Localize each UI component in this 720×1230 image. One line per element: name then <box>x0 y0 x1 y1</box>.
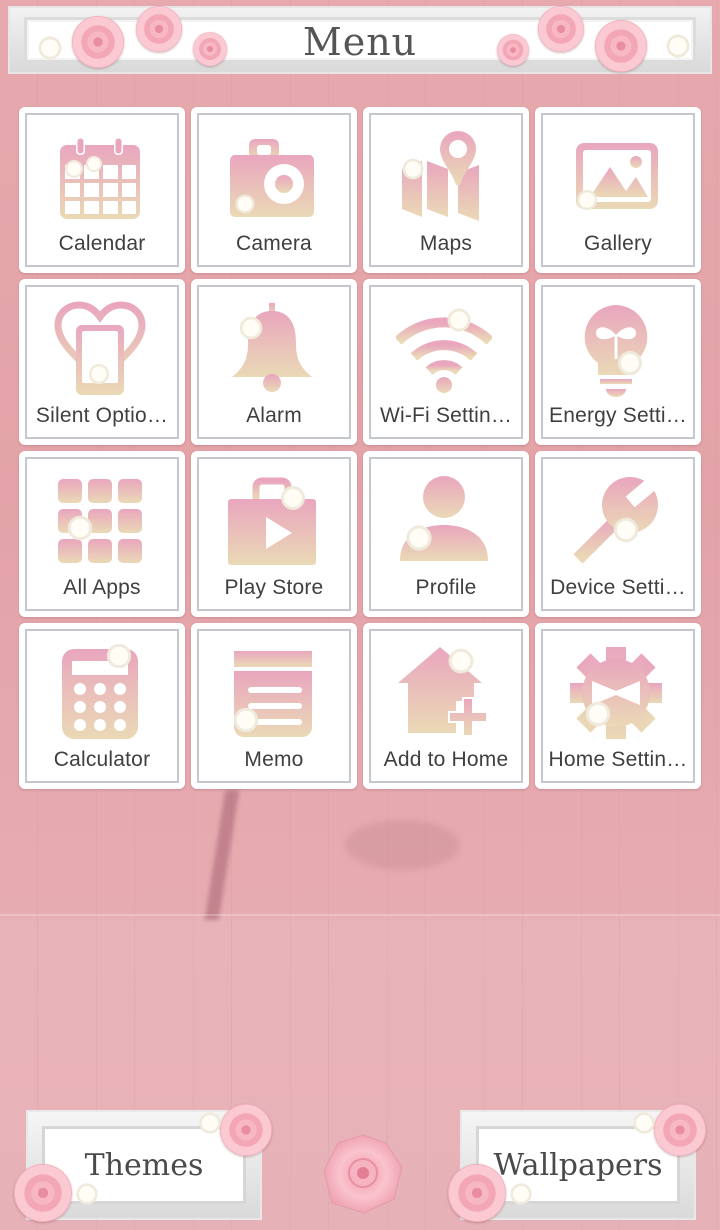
tile-silent-options[interactable]: Silent Optio… <box>19 279 185 445</box>
tile-maps[interactable]: Maps <box>363 107 529 273</box>
tile-calculator[interactable]: Calculator <box>19 623 185 789</box>
babys-breath-decoration-icon <box>229 311 273 345</box>
tile-device-settings[interactable]: Device Setti… <box>535 451 701 617</box>
rose-decoration-icon <box>193 32 227 66</box>
babys-breath-decoration-icon <box>601 513 651 547</box>
babys-breath-decoration-icon <box>70 1174 104 1214</box>
tile-label: Profile <box>415 576 477 599</box>
tile-all-apps[interactable]: All Apps <box>19 451 185 617</box>
app-grid: Calendar Camera Maps Gallery Silent Opti… <box>19 107 703 789</box>
rose-decoration-icon <box>72 16 124 68</box>
menu-header-banner: Menu <box>8 6 712 74</box>
tile-label: All Apps <box>63 576 141 599</box>
tile-label: Energy Setti… <box>549 404 687 427</box>
babys-breath-decoration-icon <box>504 1174 538 1214</box>
tile-energy-settings[interactable]: Energy Setti… <box>535 279 701 445</box>
rose-decoration-icon <box>14 1164 72 1222</box>
rose-decoration-icon <box>136 6 182 52</box>
themes-button[interactable]: Themes <box>14 1104 272 1222</box>
tile-calendar[interactable]: Calendar <box>19 107 185 273</box>
babys-breath-decoration-icon <box>605 347 655 379</box>
wallpapers-button[interactable]: Wallpapers <box>448 1104 706 1222</box>
babys-breath-decoration-icon <box>573 697 623 731</box>
babys-breath-decoration-icon <box>658 26 698 66</box>
tile-label: Calculator <box>53 748 151 771</box>
tile-add-to-home[interactable]: Add to Home <box>363 623 529 789</box>
rose-button-icon[interactable] <box>322 1133 404 1215</box>
tile-label: Calendar <box>58 232 146 255</box>
rose-decoration-icon <box>497 34 529 66</box>
babys-breath-decoration-icon <box>221 703 271 737</box>
babys-breath-decoration-icon <box>227 189 263 219</box>
tile-label: Silent Optio… <box>35 404 169 427</box>
babys-breath-decoration-icon <box>30 28 70 68</box>
babys-breath-decoration-icon <box>435 645 487 677</box>
tile-wifi-settings[interactable]: Wi-Fi Settin… <box>363 279 529 445</box>
babys-breath-decoration-icon <box>393 153 433 185</box>
babys-breath-decoration-icon <box>269 481 317 515</box>
tile-camera[interactable]: Camera <box>191 107 357 273</box>
tile-label: Play Store <box>224 576 324 599</box>
tile-label: Maps <box>419 232 473 255</box>
babys-breath-decoration-icon <box>79 359 119 389</box>
tile-label: Camera <box>236 232 312 255</box>
babys-breath-decoration-icon <box>190 1106 230 1140</box>
tile-label: Device Setti… <box>550 576 686 599</box>
background-wood-streak <box>204 790 240 920</box>
tile-memo[interactable]: Memo <box>191 623 357 789</box>
babys-breath-decoration-icon <box>55 511 105 545</box>
tile-play-store[interactable]: Play Store <box>191 451 357 617</box>
babys-breath-decoration-icon <box>93 641 145 671</box>
rose-decoration-icon <box>538 6 584 52</box>
tile-alarm[interactable]: Alarm <box>191 279 357 445</box>
tile-label: Add to Home <box>383 748 509 771</box>
tile-label: Alarm <box>246 404 302 427</box>
babys-breath-decoration-icon <box>435 305 483 335</box>
tile-label: Wi-Fi Settin… <box>379 404 513 427</box>
rose-decoration-icon <box>595 20 647 72</box>
babys-breath-decoration-icon <box>79 151 109 177</box>
background-divider <box>0 914 720 916</box>
rose-decoration-icon <box>448 1164 506 1222</box>
babys-breath-decoration-icon <box>624 1106 664 1140</box>
tile-home-settings[interactable]: Home Settin… <box>535 623 701 789</box>
tile-profile[interactable]: Profile <box>363 451 529 617</box>
tile-label: Memo <box>244 748 304 771</box>
babys-breath-decoration-icon <box>567 185 607 215</box>
tile-gallery[interactable]: Gallery <box>535 107 701 273</box>
tile-label: Gallery <box>584 232 652 255</box>
background-wood-knot <box>345 820 460 870</box>
babys-breath-decoration-icon <box>393 521 445 555</box>
tile-label: Home Settin… <box>548 748 688 771</box>
